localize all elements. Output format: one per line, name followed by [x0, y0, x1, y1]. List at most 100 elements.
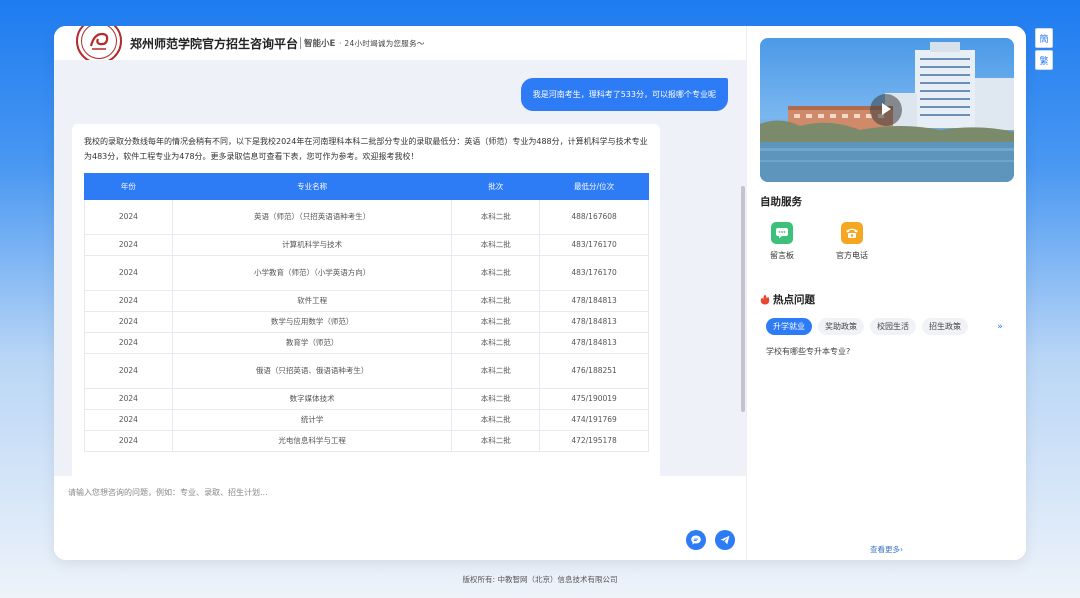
cell-batch: 本科二批	[451, 409, 541, 431]
chat-bubble-icon	[690, 531, 702, 550]
simplified-chinese-button[interactable]: 簡	[1035, 28, 1053, 48]
tab-career[interactable]: 升学就业	[766, 318, 812, 335]
page-title: 郑州师范学院官方招生咨询平台	[130, 37, 299, 51]
cell-major: 光电信息科学与工程	[171, 430, 453, 452]
cell-score: 478/184813	[539, 332, 649, 354]
tab-campus-life[interactable]: 校园生活	[870, 318, 916, 335]
hot-topic-tabs: 升学就业 奖助政策 校园生活 招生政策	[766, 318, 968, 335]
bot-message-text: 我校的录取分数线每年的情况会稍有不同，以下是我校2024年在河南理科本科二批部分…	[84, 137, 648, 161]
cell-year: 2024	[84, 290, 173, 312]
admission-score-table: 年份 专业名称 批次 最低分/位次 2024 英语（师范）（只招英语语种考生） …	[84, 173, 649, 452]
campus-video[interactable]	[760, 38, 1014, 182]
cell-score: 476/188251	[539, 353, 649, 389]
cell-year: 2024	[84, 409, 173, 431]
table-row: 2024 计算机科学与技术 本科二批 483/176170	[84, 234, 649, 256]
cell-year: 2024	[84, 199, 173, 235]
send-icon	[719, 531, 731, 550]
cell-year: 2024	[84, 332, 173, 354]
cell-major-text: 俄语（只招英语、俄语语种考生）	[255, 366, 369, 375]
official-phone-label: 官方电话	[836, 251, 868, 260]
cell-major: 数学与应用数学（师范）	[171, 311, 453, 333]
quick-question-button[interactable]	[686, 530, 706, 550]
main-card: 郑州师范学院官方招生咨询平台 智能小E · 24小时竭诚为您服务～ 我是河南考生…	[54, 26, 1026, 560]
fire-icon	[760, 294, 770, 305]
double-chevron-right-icon: »	[997, 321, 1003, 332]
cell-major: 小学教育（师范）（小学英语方向）	[171, 255, 453, 291]
self-service-title: 自助服务	[760, 196, 802, 208]
copyright-footer: 版权所有: 中教智网（北京）信息技术有限公司	[462, 575, 618, 584]
col-header-batch: 批次	[451, 173, 541, 200]
assistant-brand: 智能小E	[304, 39, 336, 49]
cell-batch: 本科二批	[451, 199, 541, 235]
chat-scrollbar[interactable]	[741, 186, 745, 412]
cell-year: 2024	[84, 311, 173, 333]
cell-batch: 本科二批	[451, 430, 541, 452]
cell-batch: 本科二批	[451, 311, 541, 333]
table-header-row: 年份 专业名称 批次 最低分/位次	[84, 173, 649, 200]
cell-major: 英语（师范）（只招英语语种考生）	[171, 199, 453, 235]
input-area	[54, 476, 746, 560]
cell-batch: 本科二批	[451, 234, 541, 256]
table-row: 2024 软件工程 本科二批 478/184813	[84, 290, 649, 312]
play-icon	[880, 101, 892, 120]
cell-major: 数字媒体技术	[171, 388, 453, 410]
play-button[interactable]	[870, 94, 902, 126]
cell-batch: 本科二批	[451, 388, 541, 410]
table-row: 2024 小学教育（师范）（小学英语方向） 本科二批 483/176170	[84, 255, 649, 291]
hot-questions-title: 热点问题	[760, 292, 815, 307]
see-more-label: 查看更多	[870, 545, 900, 554]
cell-year: 2024	[84, 353, 173, 389]
cell-major-text: 小学教育（师范）（小学英语方向）	[253, 268, 371, 277]
table-row: 2024 数学与应用数学（师范） 本科二批 478/184813	[84, 311, 649, 333]
send-button[interactable]	[715, 530, 735, 550]
table-row: 2024 英语（师范）（只招英语语种考生） 本科二批 488/167608	[84, 199, 649, 235]
cell-score: 483/176170	[539, 234, 649, 256]
cell-batch: 本科二批	[451, 255, 541, 291]
table-row: 2024 统计学 本科二批 474/191769	[84, 409, 649, 431]
official-phone-service[interactable]: 官方电话	[827, 222, 877, 261]
user-message: 我是河南考生，理科考了533分，可以报哪个专业呢	[520, 78, 728, 111]
traditional-chinese-button[interactable]: 繁	[1035, 50, 1053, 70]
header: 郑州师范学院官方招生咨询平台 智能小E · 24小时竭诚为您服务～	[54, 26, 746, 64]
hot-questions-label: 热点问题	[773, 294, 815, 306]
col-header-score: 最低分/位次	[539, 173, 649, 200]
cell-score: 475/190019	[539, 388, 649, 410]
tabs-scroll-right-button[interactable]: »	[989, 318, 1011, 335]
tab-scholarship[interactable]: 奖助政策	[818, 318, 864, 335]
cell-major: 俄语（只招英语、俄语语种考生）	[171, 353, 453, 389]
cell-batch: 本科二批	[451, 290, 541, 312]
cell-year: 2024	[84, 234, 173, 256]
chat-messages[interactable]: 我是河南考生，理科考了533分，可以报哪个专业呢 我校的录取分数线每年的情况会稍…	[54, 60, 746, 476]
cell-major: 计算机科学与技术	[171, 234, 453, 256]
col-header-year: 年份	[84, 173, 173, 200]
question-input[interactable]	[68, 482, 668, 502]
cell-major-text: 英语（师范）（只招英语语种考生）	[253, 212, 371, 221]
cell-major: 统计学	[171, 409, 453, 431]
phone-icon	[841, 222, 863, 244]
cell-score: 483/176170	[539, 255, 649, 291]
chat-panel: 郑州师范学院官方招生咨询平台 智能小E · 24小时竭诚为您服务～ 我是河南考生…	[54, 26, 746, 560]
cell-score: 478/184813	[539, 290, 649, 312]
language-switcher: 簡 繁	[1035, 28, 1053, 72]
cell-batch: 本科二批	[451, 353, 541, 389]
cell-major: 软件工程	[171, 290, 453, 312]
cell-score: 472/195178	[539, 430, 649, 452]
cell-year: 2024	[84, 255, 173, 291]
chevron-right-icon: ›	[900, 545, 903, 554]
message-board-icon	[771, 222, 793, 244]
see-more-link[interactable]: 查看更多›	[870, 544, 903, 555]
table-row: 2024 光电信息科学与工程 本科二批 472/195178	[84, 430, 649, 452]
table-row: 2024 数字媒体技术 本科二批 475/190019	[84, 388, 649, 410]
sidebar: 自助服务 留言板 官方电话 热点问题 升学就业 奖助政策 校园生活 招生政策 »…	[746, 26, 1026, 560]
message-board-label: 留言板	[770, 251, 794, 260]
header-slogan: · 24小时竭诚为您服务～	[339, 39, 425, 48]
tab-admission-policy[interactable]: 招生政策	[922, 318, 968, 335]
col-header-major: 专业名称	[171, 173, 453, 200]
message-board-service[interactable]: 留言板	[757, 222, 807, 261]
cell-score: 478/184813	[539, 311, 649, 333]
table-row: 2024 教育学（师范） 本科二批 478/184813	[84, 332, 649, 354]
cell-year: 2024	[84, 430, 173, 452]
cell-score: 488/167608	[539, 199, 649, 235]
faq-item[interactable]: 学校有哪些专升本专业?	[766, 346, 850, 357]
cell-year: 2024	[84, 388, 173, 410]
